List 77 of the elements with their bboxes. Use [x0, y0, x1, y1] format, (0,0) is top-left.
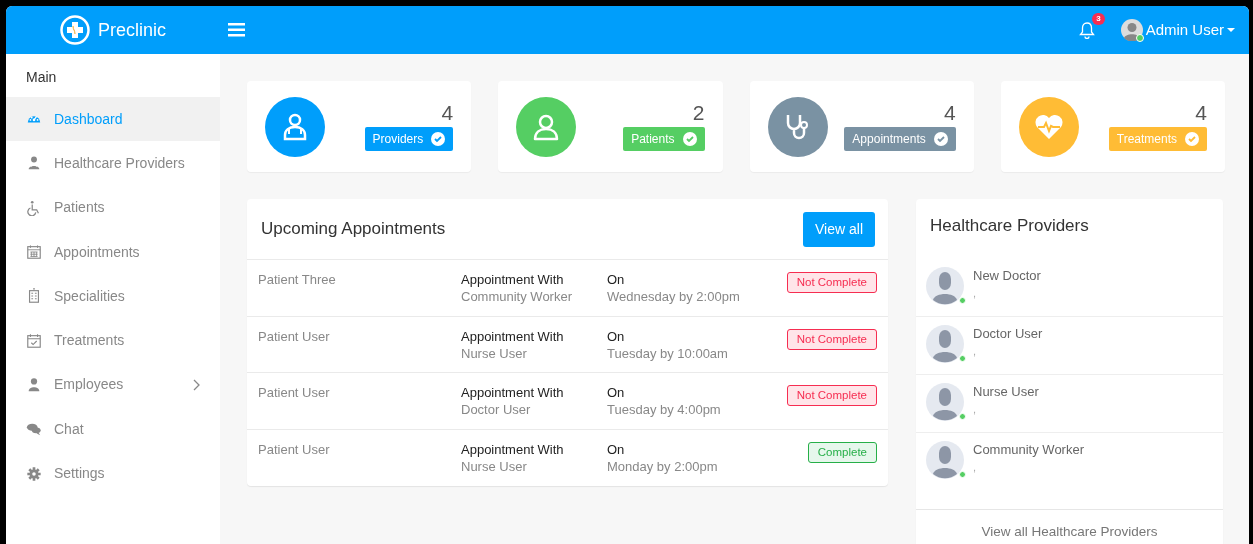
avatar-icon [926, 267, 964, 305]
text-label: Appointment With [461, 327, 565, 345]
status-badge: Not Complete [786, 328, 877, 350]
provider-detail: , [973, 461, 978, 473]
sidebar-item[interactable]: Treatments [6, 318, 220, 363]
stat-count: 4 [1195, 102, 1207, 123]
card-title: Healthcare Providers [930, 216, 1090, 237]
app-name: Preclinic [98, 18, 166, 42]
patient-name: Patient Three [258, 271, 337, 289]
avatar-icon [926, 383, 964, 421]
provider-detail: , [973, 403, 978, 415]
text-label: Appointment With [461, 440, 565, 458]
stat-label: Treatments [1116, 131, 1177, 148]
building-icon [26, 288, 42, 305]
sidebar-item[interactable]: Patients [6, 185, 220, 230]
text-label: On [607, 327, 626, 345]
sidebar-item[interactable]: Dashboard [6, 97, 220, 142]
cross-logo-icon [60, 15, 90, 45]
provider-name: Doctor User [973, 325, 1043, 342]
patient-name: Patient User [258, 327, 331, 346]
provider-detail: , [973, 287, 978, 299]
wheelchair-icon [26, 199, 42, 216]
section-heading: Main [25, 68, 58, 87]
stat-count: 4 [944, 102, 956, 123]
calendar-check-icon [26, 332, 42, 349]
view-all-button[interactable]: View all [803, 211, 875, 247]
avatar-icon [1120, 19, 1143, 41]
provider-name: Community Worker [973, 441, 1084, 458]
text-label: Appointment With [461, 384, 565, 401]
status-badge: Complete [807, 441, 877, 463]
stat-label: Providers [372, 131, 424, 148]
status-badge: Not Complete [786, 385, 877, 406]
bell-icon[interactable] [1078, 21, 1095, 39]
provider-name: Nurse User [461, 457, 528, 475]
appointment-time: Wednesday by 2:00pm [607, 288, 741, 305]
provider-name: Community Worker [461, 288, 573, 305]
gear-icon [26, 465, 42, 482]
check-icon [933, 132, 948, 146]
doctor-icon [26, 155, 42, 172]
user-icon [26, 376, 42, 393]
avatar-icon [926, 325, 964, 363]
notification-badge: 3 [1092, 13, 1105, 25]
sidebar-item[interactable]: Employees [6, 362, 220, 408]
status-badge: Not Complete [786, 272, 877, 293]
stat-label: Appointments [852, 131, 926, 148]
view-all-link[interactable]: View all Healthcare Providers [981, 524, 1158, 539]
appointment-time: Tuesday by 4:00pm [607, 401, 722, 418]
card-title: Upcoming Appointments [261, 218, 446, 240]
sidebar-item[interactable]: Appointments [6, 229, 220, 275]
provider-name: Doctor User [461, 401, 532, 418]
text-label: Appointment With [461, 271, 565, 288]
patient-name: Patient User [258, 384, 331, 402]
sidebar-item[interactable]: Settings [6, 451, 220, 496]
appointment-time: Monday by 2:00pm [607, 457, 719, 475]
provider-name: Nurse User [461, 344, 528, 362]
stat-count: 4 [441, 102, 454, 123]
caret-icon [1227, 28, 1235, 32]
sidebar-item[interactable]: Specialities [6, 274, 220, 319]
avatar-icon [926, 441, 964, 479]
provider-detail: , [973, 345, 978, 357]
sidebar-item[interactable]: Healthcare Providers [6, 141, 220, 186]
check-icon [682, 132, 697, 146]
chat-icon [26, 421, 42, 438]
text-label: On [607, 271, 626, 288]
provider-name: New Doctor [973, 267, 1041, 284]
stat-count: 2 [692, 102, 705, 123]
text-label: On [607, 440, 626, 458]
appointment-time: Tuesday by 10:00am [607, 344, 729, 362]
calendar-icon [26, 244, 42, 261]
stat-label: Patients [631, 131, 675, 148]
user-menu[interactable]: Admin User [1120, 18, 1235, 42]
text-label: On [607, 384, 626, 401]
check-icon [431, 132, 446, 146]
sidebar-item[interactable]: Chat [6, 407, 220, 452]
patient-name: Patient User [258, 440, 331, 459]
check-icon [1185, 132, 1199, 146]
provider-name: Nurse User [973, 383, 1039, 400]
